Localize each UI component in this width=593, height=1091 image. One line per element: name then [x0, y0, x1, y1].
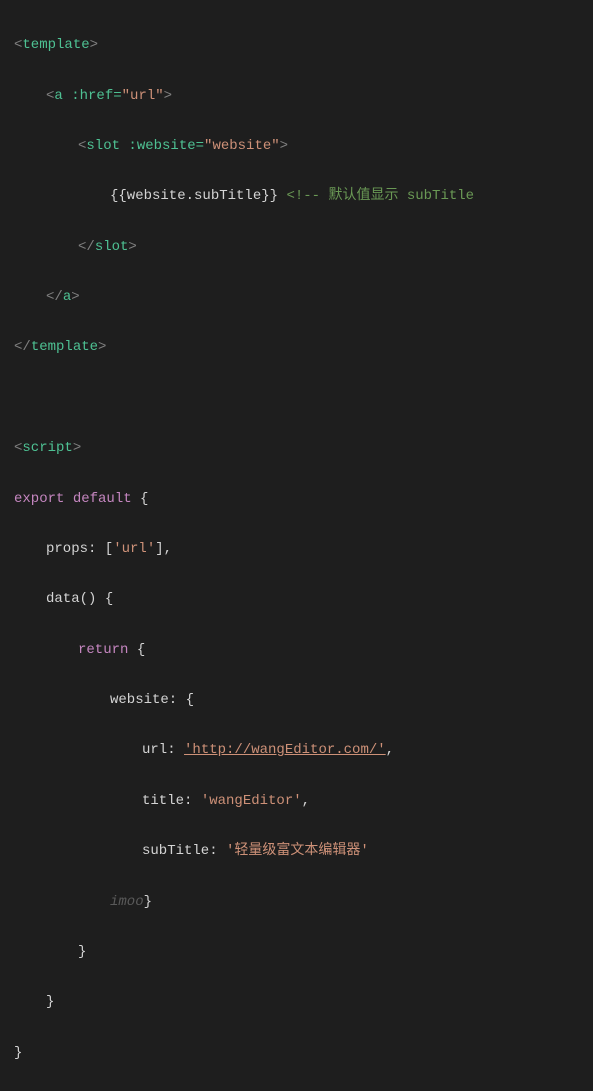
code-line: }: [14, 1041, 579, 1066]
code-line: }: [14, 990, 579, 1015]
code-line: <template>: [14, 33, 579, 58]
code-line: </template>: [14, 335, 579, 360]
code-line: subTitle: '轻量级富文本编辑器': [14, 839, 579, 864]
code-line: <script>: [14, 436, 579, 461]
code-line: title: 'wangEditor',: [14, 789, 579, 814]
code-line: imoo}: [14, 890, 579, 915]
code-line: website: {: [14, 688, 579, 713]
code-line: <slot :website="website">: [14, 134, 579, 159]
code-line: data() {: [14, 587, 579, 612]
code-line: {{website.subTitle}} <!-- 默认值显示 subTitle: [14, 184, 579, 209]
code-line: props: ['url'],: [14, 537, 579, 562]
code-line: [14, 386, 579, 411]
code-line: url: 'http://wangEditor.com/',: [14, 738, 579, 763]
code-line: <a :href="url">: [14, 84, 579, 109]
code-line: </a>: [14, 285, 579, 310]
code-line: }: [14, 940, 579, 965]
code-line: </slot>: [14, 235, 579, 260]
code-line: export default {: [14, 487, 579, 512]
code-line: return {: [14, 638, 579, 663]
code-editor: <template> <a :href="url"> <slot :websit…: [0, 0, 593, 548]
